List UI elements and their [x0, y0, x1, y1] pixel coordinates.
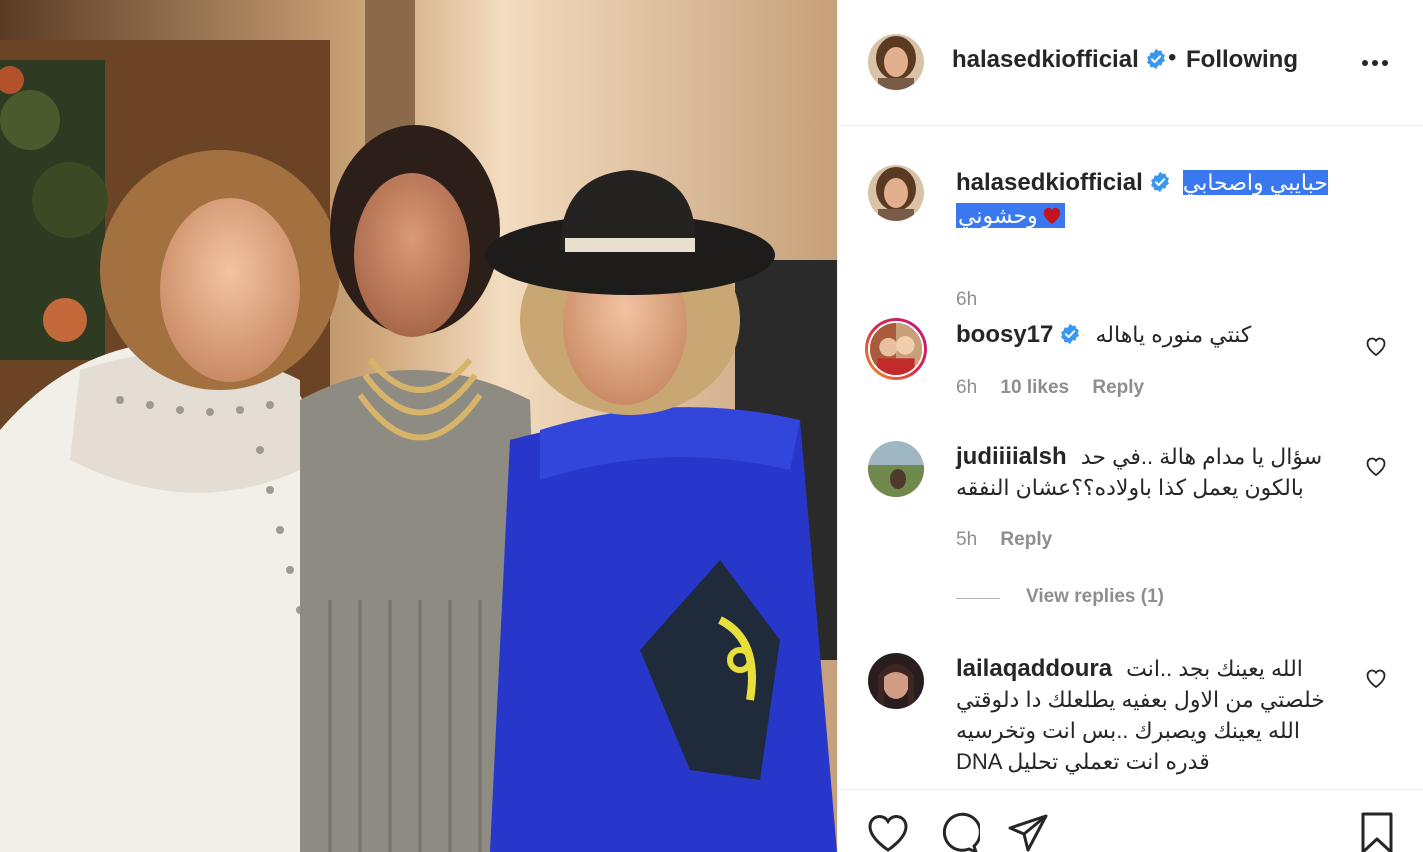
verified-badge-icon: [1145, 48, 1167, 70]
group-photo-image: [0, 0, 837, 852]
view-replies-line: [956, 598, 1000, 599]
comment-body: boosy17 كنتي منوره ياهاله: [956, 319, 1356, 350]
avatar-image: [868, 34, 924, 90]
post-header: halasedkiofficial • Following: [838, 0, 1423, 126]
separator-dot: •: [1168, 44, 1177, 71]
caption-author-avatar[interactable]: [868, 165, 924, 221]
comment-username[interactable]: lailaqaddoura: [956, 655, 1112, 682]
share-icon[interactable]: [1006, 812, 1050, 852]
post-side-panel: halasedkiofficial • Following halasedkio…: [837, 0, 1423, 852]
verified-badge-icon: [1149, 171, 1171, 193]
verified-badge-icon: [1059, 323, 1081, 345]
author-username[interactable]: halasedkiofficial: [952, 46, 1139, 73]
comment-meta: 6h 10 likes Reply: [956, 377, 1162, 399]
caption-body: halasedkiofficial حبايبي واصحابي وحشوني: [956, 167, 1396, 231]
like-comment-icon[interactable]: [1364, 455, 1388, 477]
avatar-image: [868, 441, 924, 497]
like-comment-icon[interactable]: [1364, 667, 1388, 689]
comment-body: judiiiialsh سؤال يا مدام هالة ..في حد با…: [956, 441, 1336, 503]
bookmark-icon[interactable]: [1357, 812, 1397, 852]
comment-text: كنتي منوره ياهاله: [1095, 322, 1252, 347]
more-options-icon[interactable]: [1360, 52, 1390, 74]
following-button[interactable]: Following: [1186, 46, 1298, 74]
comment-icon[interactable]: [936, 812, 980, 852]
comment-time[interactable]: 5h: [956, 529, 977, 550]
caption-text-line2: وحشوني: [956, 203, 1065, 228]
avatar-image: [868, 653, 924, 709]
author-name-group: halasedkiofficial: [952, 46, 1167, 74]
like-comment-icon[interactable]: [1364, 335, 1388, 357]
caption-meta: 6h: [956, 289, 995, 311]
caption-username[interactable]: halasedkiofficial: [956, 169, 1143, 196]
caption-text-line1: حبايبي واصحابي: [1182, 170, 1328, 195]
reply-button[interactable]: Reply: [1000, 529, 1052, 550]
caption-time[interactable]: 6h: [956, 289, 977, 310]
story-ring-avatar[interactable]: [865, 318, 927, 380]
author-avatar[interactable]: [868, 34, 924, 90]
commenter-avatar[interactable]: [868, 653, 924, 709]
commenter-avatar[interactable]: [868, 441, 924, 497]
red-heart-icon: [1041, 202, 1063, 225]
post-actions-bar: [838, 789, 1423, 852]
comment-meta: 5h Reply: [956, 529, 1070, 551]
reply-button[interactable]: Reply: [1092, 377, 1144, 398]
comment-time[interactable]: 6h: [956, 377, 977, 398]
comment-body: lailaqaddoura الله يعينك بجد ..انت خلصتي…: [956, 653, 1328, 777]
comments-list[interactable]: halasedkiofficial حبايبي واصحابي وحشوني …: [838, 127, 1423, 789]
post-photo[interactable]: [0, 0, 837, 852]
avatar-image: [868, 165, 924, 221]
view-replies-button[interactable]: View replies (1): [1026, 586, 1164, 608]
caption-text-line2-words: وحشوني: [958, 203, 1038, 228]
heart-icon[interactable]: [866, 812, 910, 852]
comment-username[interactable]: judiiiialsh: [956, 443, 1067, 470]
avatar-image: [870, 323, 922, 375]
comment-username[interactable]: boosy17: [956, 321, 1053, 348]
comment-likes[interactable]: 10 likes: [1000, 377, 1069, 398]
